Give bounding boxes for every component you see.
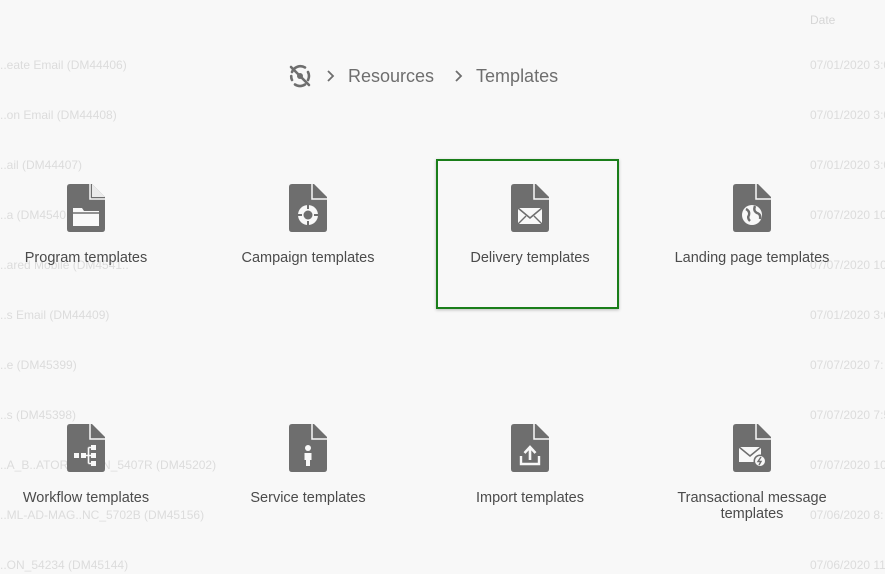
- breadcrumb-resources[interactable]: Resources: [348, 66, 434, 87]
- chevron-right-icon: [326, 69, 338, 83]
- background-row: ..s (DM45398) 07/07/2020 7:5: [0, 408, 885, 424]
- background-row-date: 07/07/2020 7:: [810, 358, 884, 372]
- tile-transactional-message-templates[interactable]: Transactional message templates: [641, 424, 863, 544]
- breadcrumb-templates[interactable]: Templates: [476, 66, 558, 87]
- envelope-lightning-document-icon: [733, 424, 771, 472]
- background-date-header: Date: [810, 13, 836, 27]
- background-row-date: 07/07/2020 7:5: [810, 408, 885, 422]
- tile-label: Transactional message templates: [677, 490, 827, 522]
- breadcrumb: Resources Templates: [286, 62, 558, 90]
- tile-label: Landing page templates: [674, 250, 830, 266]
- background-row-name: ..s (DM45398): [0, 408, 77, 422]
- tile-label: Campaign templates: [241, 250, 375, 266]
- background-row-date: 07/01/2020 3:0: [810, 108, 885, 122]
- tile-service-templates[interactable]: Service templates: [197, 424, 419, 544]
- background-row-date: 07/06/2020 11: [810, 558, 885, 572]
- background-row: ..on Email (DM44408) 07/01/2020 3:0: [0, 108, 885, 124]
- tile-landing-page-templates[interactable]: Landing page templates: [641, 184, 863, 304]
- workflow-document-icon: [67, 424, 105, 472]
- background-row-name: ..eate Email (DM44406): [0, 58, 127, 72]
- background-row-name: ..s Email (DM44409): [0, 308, 110, 322]
- upload-document-icon: [511, 424, 549, 472]
- background-row-date: 07/01/2020 3:0: [810, 308, 885, 322]
- background-row-name: ..on Email (DM44408): [0, 108, 117, 122]
- tile-workflow-templates[interactable]: Workflow templates: [0, 424, 197, 544]
- background-row-name: ..ON_54234 (DM45144): [0, 558, 129, 572]
- background-row: ..ON_54234 (DM45144) 07/06/2020 11: [0, 558, 885, 574]
- target-document-icon: [289, 184, 327, 232]
- folder-document-icon: [67, 184, 105, 232]
- person-document-icon: [289, 424, 327, 472]
- background-row-date: 07/01/2020 3:0: [810, 158, 885, 172]
- tile-label: Import templates: [476, 490, 584, 506]
- background-row-date: 07/01/2020 3:0: [810, 58, 885, 72]
- background-row-name: ..e (DM45399): [0, 358, 77, 372]
- tile-label: Delivery templates: [470, 250, 590, 266]
- background-row: ..ail (DM44407) 07/01/2020 3:0: [0, 158, 885, 174]
- tile-campaign-templates[interactable]: Campaign templates: [197, 184, 419, 304]
- adobe-campaign-home-icon[interactable]: [286, 62, 314, 90]
- background-row: ..s Email (DM44409) 07/01/2020 3:0: [0, 308, 885, 324]
- tile-delivery-templates[interactable]: Delivery templates: [419, 184, 641, 304]
- globe-document-icon: [733, 184, 771, 232]
- background-row-name: ..ail (DM44407): [0, 158, 83, 172]
- envelope-document-icon: [511, 184, 549, 232]
- tile-import-templates[interactable]: Import templates: [419, 424, 641, 544]
- tile-program-templates[interactable]: Program templates: [0, 184, 197, 304]
- chevron-right-icon: [454, 69, 466, 83]
- tile-label: Workflow templates: [22, 490, 150, 506]
- templates-page: Date ..eate Email (DM44406) 07/01/2020 3…: [0, 0, 885, 574]
- tile-label: Service templates: [250, 490, 366, 506]
- background-row: ..e (DM45399) 07/07/2020 7:: [0, 358, 885, 374]
- tile-label: Program templates: [24, 250, 148, 266]
